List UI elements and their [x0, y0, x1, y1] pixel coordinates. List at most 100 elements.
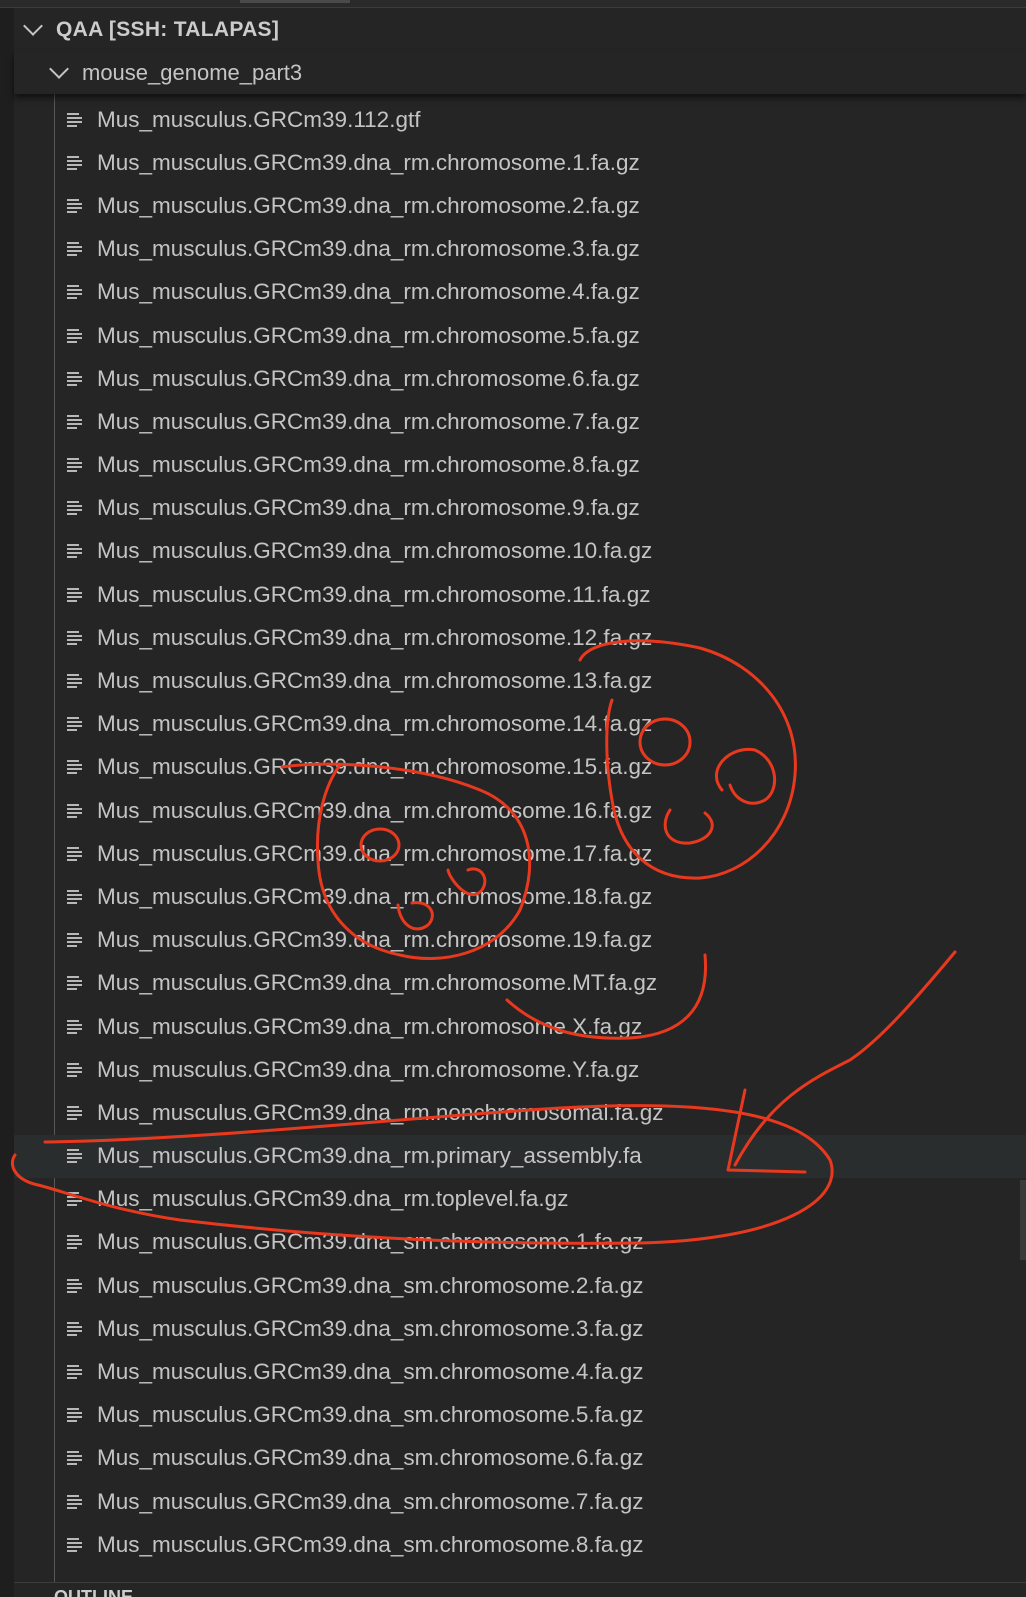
file-text-lines-icon — [67, 1321, 82, 1336]
file-name-label: Mus_musculus.GRCm39.dna_rm.chromosome.12… — [97, 624, 653, 650]
file-name-label: Mus_musculus.GRCm39.dna_rm.chromosome.16… — [97, 797, 653, 823]
file-row[interactable]: Mus_musculus.GRCm39.dna_sm.chromosome.3.… — [14, 1307, 1026, 1350]
file-name-label: Mus_musculus.GRCm39.dna_rm.chromosome.9.… — [97, 495, 640, 521]
file-name-label: Mus_musculus.GRCm39.dna_rm.chromosome.10… — [97, 538, 653, 564]
file-text-lines-icon — [67, 328, 82, 343]
activity-gutter — [0, 8, 14, 1596]
file-row[interactable]: Mus_musculus.GRCm39.dna_rm.toplevel.fa.g… — [14, 1178, 1026, 1221]
file-text-lines-icon — [67, 1062, 82, 1077]
file-text-lines-icon — [67, 674, 82, 689]
file-text-lines-icon — [67, 630, 82, 645]
folder-name: mouse_genome_part3 — [82, 60, 303, 85]
file-text-lines-icon — [67, 1365, 82, 1380]
file-row[interactable]: Mus_musculus.GRCm39.dna_rm.chromosome.7.… — [14, 400, 1026, 443]
file-text-lines-icon — [67, 414, 82, 429]
file-name-label: Mus_musculus.GRCm39.dna_rm.chromosome.13… — [97, 668, 653, 694]
file-name-label: Mus_musculus.GRCm39.dna_rm.chromosome.11… — [97, 581, 651, 607]
file-name-label: Mus_musculus.GRCm39.dna_sm.chromosome.3.… — [97, 1315, 644, 1341]
file-name-label: Mus_musculus.GRCm39.dna_rm.chromosome.7.… — [97, 408, 640, 434]
file-row[interactable]: Mus_musculus.GRCm39.dna_rm.nonchromosoma… — [14, 1091, 1026, 1134]
horizontal-scroll-thumb[interactable] — [240, 0, 350, 3]
file-row[interactable]: Mus_musculus.GRCm39.dna_rm.chromosome.4.… — [14, 271, 1026, 314]
file-text-lines-icon — [67, 1149, 82, 1164]
file-text-lines-icon — [67, 458, 82, 473]
file-name-label: Mus_musculus.GRCm39.dna_rm.nonchromosoma… — [97, 1099, 664, 1125]
file-name-label: Mus_musculus.GRCm39.dna_rm.chromosome.6.… — [97, 365, 640, 391]
file-row[interactable]: Mus_musculus.GRCm39.dna_rm.chromosome.19… — [14, 919, 1026, 962]
file-text-lines-icon — [67, 933, 82, 948]
file-text-lines-icon — [67, 760, 82, 775]
chevron-down-icon — [49, 59, 69, 79]
file-row[interactable]: Mus_musculus.GRCm39.dna_rm.chromosome.8.… — [14, 444, 1026, 487]
file-name-label: Mus_musculus.GRCm39.dna_rm.chromosome.19… — [97, 927, 653, 953]
file-name-label: Mus_musculus.GRCm39.dna_sm.chromosome.6.… — [97, 1445, 644, 1471]
file-name-label: Mus_musculus.GRCm39.dna_rm.chromosome.MT… — [97, 970, 658, 996]
file-name-label: Mus_musculus.GRCm39.dna_rm.chromosome.2.… — [97, 192, 640, 218]
file-name-label: Mus_musculus.GRCm39.dna_sm.chromosome.8.… — [97, 1531, 644, 1557]
file-row[interactable]: Mus_musculus.GRCm39.dna_rm.chromosome.11… — [14, 573, 1026, 616]
file-name-label: Mus_musculus.GRCm39.dna_sm.chromosome.5.… — [97, 1402, 644, 1428]
file-text-lines-icon — [67, 976, 82, 991]
file-text-lines-icon — [67, 1408, 82, 1423]
file-row[interactable]: Mus_musculus.GRCm39.dna_sm.chromosome.2.… — [14, 1264, 1026, 1307]
file-text-lines-icon — [67, 1235, 82, 1250]
file-name-label: Mus_musculus.GRCm39.dna_sm.chromosome.4.… — [97, 1359, 644, 1385]
file-row[interactable]: Mus_musculus.GRCm39.dna_sm.chromosome.8.… — [14, 1523, 1026, 1566]
file-text-lines-icon — [67, 846, 82, 861]
file-row[interactable]: Mus_musculus.GRCm39.dna_rm.chromosome.X.… — [14, 1005, 1026, 1048]
file-row[interactable]: Mus_musculus.GRCm39.dna_rm.chromosome.1.… — [14, 141, 1026, 184]
file-name-label: Mus_musculus.GRCm39.dna_rm.chromosome.X.… — [97, 1013, 643, 1039]
file-text-lines-icon — [67, 112, 82, 127]
file-row[interactable]: Mus_musculus.GRCm39.dna_rm.chromosome.10… — [14, 530, 1026, 573]
vertical-scrollbar[interactable] — [1020, 1180, 1026, 1260]
file-row[interactable]: Mus_musculus.GRCm39.dna_rm.chromosome.18… — [14, 875, 1026, 918]
file-name-label: Mus_musculus.GRCm39.dna_sm.chromosome.1.… — [97, 1229, 644, 1255]
file-row[interactable]: Mus_musculus.GRCm39.dna_rm.primary_assem… — [14, 1134, 1026, 1178]
file-row[interactable]: Mus_musculus.GRCm39.dna_rm.chromosome.17… — [14, 832, 1026, 875]
file-name-label: Mus_musculus.GRCm39.dna_rm.chromosome.8.… — [97, 452, 640, 478]
file-name-label: Mus_musculus.GRCm39.dna_rm.chromosome.17… — [97, 840, 653, 866]
file-name-label: Mus_musculus.GRCm39.dna_sm.chromosome.2.… — [97, 1272, 644, 1298]
file-text-lines-icon — [67, 285, 82, 300]
file-row[interactable]: Mus_musculus.GRCm39.dna_rm.chromosome.2.… — [14, 184, 1026, 227]
file-text-lines-icon — [67, 1278, 82, 1293]
file-row[interactable]: Mus_musculus.GRCm39.dna_rm.chromosome.6.… — [14, 357, 1026, 400]
outline-section-header[interactable]: OUTLINE — [14, 1582, 1026, 1597]
file-text-lines-icon — [67, 1105, 82, 1120]
file-text-lines-icon — [67, 889, 82, 904]
file-row[interactable]: Mus_musculus.GRCm39.dna_rm.chromosome.3.… — [14, 228, 1026, 271]
file-row[interactable]: Mus_musculus.GRCm39.112.gtf — [14, 98, 1026, 141]
file-name-label: Mus_musculus.GRCm39.dna_rm.chromosome.4.… — [97, 279, 640, 305]
file-row[interactable]: Mus_musculus.GRCm39.dna_sm.chromosome.4.… — [14, 1350, 1026, 1393]
file-row[interactable]: Mus_musculus.GRCm39.dna_rm.chromosome.12… — [14, 616, 1026, 659]
file-row[interactable]: Mus_musculus.GRCm39.dna_sm.chromosome.7.… — [14, 1480, 1026, 1523]
file-row[interactable]: Mus_musculus.GRCm39.dna_rm.chromosome.Y.… — [14, 1048, 1026, 1091]
file-tree-list: Mus_musculus.GRCm39.112.gtf Mus_musculus.… — [14, 98, 1026, 1566]
workspace-title: QAA [SSH: TALAPAS] — [56, 18, 280, 41]
file-text-lines-icon — [67, 155, 82, 170]
folder-mouse-genome-part3[interactable]: mouse_genome_part3 — [14, 52, 1026, 94]
file-row[interactable]: Mus_musculus.GRCm39.dna_rm.chromosome.5.… — [14, 314, 1026, 357]
file-text-lines-icon — [67, 1494, 82, 1509]
file-row[interactable]: Mus_musculus.GRCm39.dna_rm.chromosome.14… — [14, 703, 1026, 746]
file-row[interactable]: Mus_musculus.GRCm39.dna_rm.chromosome.15… — [14, 746, 1026, 789]
file-text-lines-icon — [67, 242, 82, 257]
file-row[interactable]: Mus_musculus.GRCm39.dna_sm.chromosome.5.… — [14, 1394, 1026, 1437]
file-row[interactable]: Mus_musculus.GRCm39.dna_rm.chromosome.16… — [14, 789, 1026, 832]
file-text-lines-icon — [67, 1019, 82, 1034]
file-row[interactable]: Mus_musculus.GRCm39.dna_sm.chromosome.1.… — [14, 1221, 1026, 1264]
file-name-label: Mus_musculus.GRCm39.112.gtf — [97, 106, 421, 132]
file-text-lines-icon — [67, 587, 82, 602]
file-name-label: Mus_musculus.GRCm39.dna_rm.toplevel.fa.g… — [97, 1186, 569, 1212]
file-row[interactable]: Mus_musculus.GRCm39.dna_rm.chromosome.MT… — [14, 962, 1026, 1005]
file-text-lines-icon — [67, 371, 82, 386]
workspace-section-header[interactable]: QAA [SSH: TALAPAS] — [14, 8, 1026, 52]
file-row[interactable]: Mus_musculus.GRCm39.dna_rm.chromosome.13… — [14, 659, 1026, 702]
file-row[interactable]: Mus_musculus.GRCm39.dna_sm.chromosome.6.… — [14, 1437, 1026, 1480]
file-text-lines-icon — [67, 1537, 82, 1552]
file-name-label: Mus_musculus.GRCm39.dna_rm.chromosome.14… — [97, 711, 653, 737]
file-name-label: Mus_musculus.GRCm39.dna_rm.chromosome.Y.… — [97, 1056, 640, 1082]
file-text-lines-icon — [67, 198, 82, 213]
file-name-label: Mus_musculus.GRCm39.dna_sm.chromosome.7.… — [97, 1488, 644, 1514]
file-row[interactable]: Mus_musculus.GRCm39.dna_rm.chromosome.9.… — [14, 487, 1026, 530]
